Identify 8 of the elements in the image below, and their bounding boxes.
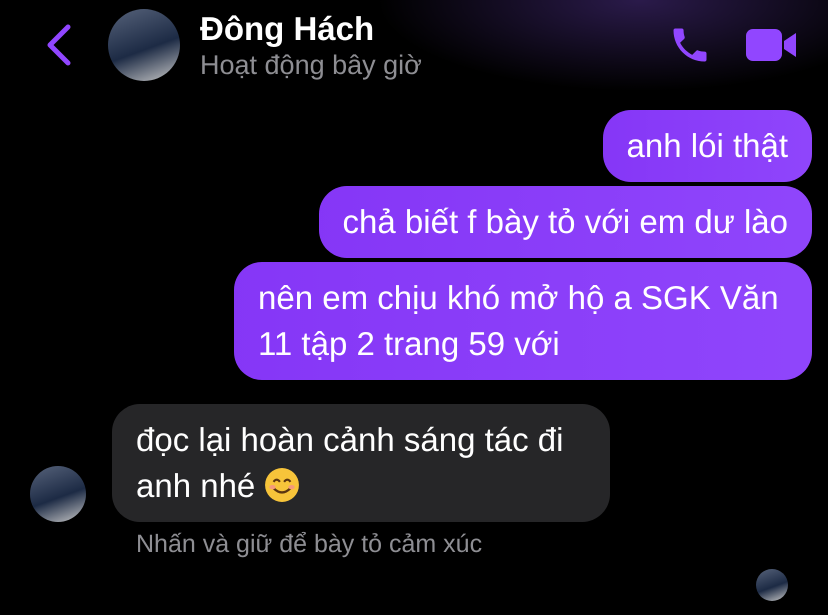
seen-avatar <box>756 569 788 601</box>
reaction-hint: Nhấn và giữ để bày tỏ cảm xúc <box>136 530 484 559</box>
received-message: đọc lại hoàn cảnh sáng tác đi anh nhé <box>112 404 610 522</box>
active-status: Hoạt động bây giờ <box>200 50 423 80</box>
contact-name: Đông Hách <box>200 10 376 48</box>
sent-message: chả biết f bày tỏ với em dư lào <box>318 186 812 258</box>
sent-message: anh lói thật <box>602 110 812 182</box>
sent-message: nên em chịu khó mở hộ a SGK Văn 11 tập 2 trang 59 với <box>234 262 812 380</box>
